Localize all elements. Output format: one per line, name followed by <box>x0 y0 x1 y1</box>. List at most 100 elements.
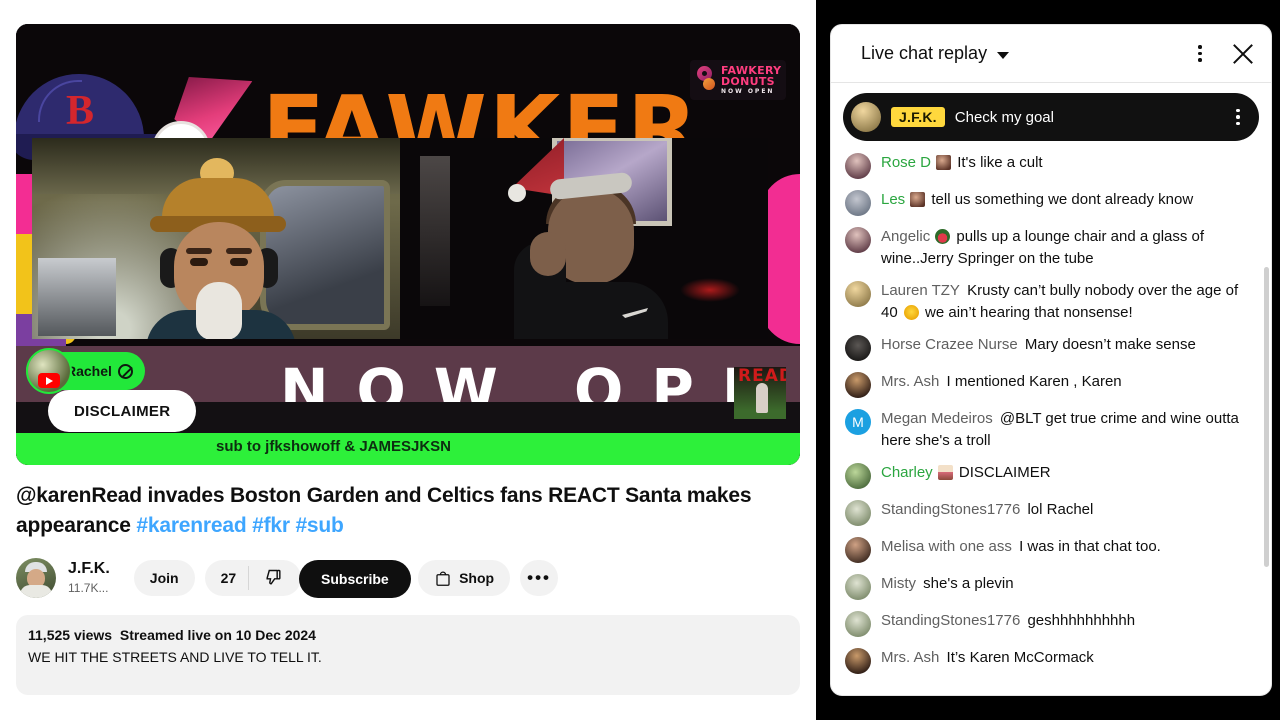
chat-message[interactable]: Mrs. Ash I mentioned Karen , Karen <box>831 366 1271 403</box>
video-column: FAWKER NOW OPE sub to jfkshowoff & JAMES… <box>0 0 816 720</box>
screen: FAWKER NOW OPE sub to jfkshowoff & JAMES… <box>0 0 1280 720</box>
chat-message[interactable]: Horse Crazee Nurse Mary doesn’t make sen… <box>831 329 1271 366</box>
chat-author[interactable]: StandingStones1776 <box>881 501 1020 518</box>
pinned-message-text: Check my goal <box>954 108 1054 126</box>
chat-avatar <box>845 611 871 637</box>
channel-avatar[interactable] <box>16 558 56 598</box>
chat-author[interactable]: Charley <box>881 464 933 481</box>
chat-author[interactable]: Horse Crazee Nurse <box>881 336 1018 353</box>
channel-meta[interactable]: J.F.K. 11.7K... <box>68 559 110 597</box>
chat-avatar <box>845 574 871 600</box>
chat-author[interactable]: Misty <box>881 575 916 592</box>
ticker-text: sub to jfkshowoff & JAMESJKSN <box>216 438 452 455</box>
chat-text: lol Rachel <box>1027 501 1094 518</box>
chat-text: DISCLAIMER <box>958 464 1051 481</box>
webcam-right <box>400 138 768 339</box>
shop-button[interactable]: Shop <box>418 560 511 596</box>
cake-emoji-icon <box>937 465 953 480</box>
read-corner-thumbnail: READ <box>734 367 786 419</box>
read-thumb-text: READ <box>738 367 786 386</box>
chat-message[interactable]: Lauren TZY Krusty can’t bully nobody ove… <box>831 275 1271 329</box>
dislike-button[interactable] <box>249 568 297 588</box>
chat-author[interactable]: Megan Medeiros <box>881 410 993 427</box>
guest-avatar <box>26 348 72 394</box>
chevron-down-icon[interactable] <box>997 51 1010 59</box>
chat-message[interactable]: StandingStones1776 lol Rachel <box>831 494 1271 531</box>
chat-message[interactable]: Angelic pulls up a lounge chair and a gl… <box>831 221 1271 275</box>
chat-scrollbar-thumb[interactable] <box>1264 267 1269 567</box>
rose-emoji-icon <box>935 229 951 244</box>
chat-message[interactable]: StandingStones1776 geshhhhhhhhhh <box>831 605 1271 642</box>
chat-options-button[interactable] <box>1189 43 1211 65</box>
chat-text: I was in that chat too. <box>1019 538 1161 555</box>
chat-message[interactable]: Mrs. Ash It’s Karen McCormack <box>831 642 1271 679</box>
chat-message[interactable]: M Megan Medeiros @BLT get true crime and… <box>831 403 1271 457</box>
chat-author[interactable]: Mrs. Ash <box>881 649 939 666</box>
subscribe-button[interactable]: Subscribe <box>299 560 411 598</box>
ticker-bar: sub to jfkshowoff & JAMESJKSN <box>16 433 800 465</box>
chat-header-title: Live chat replay <box>861 43 988 63</box>
stream-date: Streamed live on 10 Dec 2024 <box>119 627 316 643</box>
description-text: WE HIT THE STREETS AND LIVE TO TELL IT. <box>28 649 322 665</box>
chat-text: It's like a cult <box>957 154 1043 171</box>
brand-line-2: DONUTS <box>721 75 775 88</box>
chat-author[interactable]: Angelic <box>881 228 930 245</box>
chat-text: geshhhhhhhhhh <box>1027 612 1136 629</box>
video-actions-row: J.F.K. 11.7K... Join 27 Shop ••• Subscri… <box>16 555 800 601</box>
chat-message[interactable]: Les tell us something we dont already kn… <box>831 184 1271 221</box>
chat-author[interactable]: Les <box>881 191 905 208</box>
disclaimer-chip: DISCLAIMER <box>48 390 197 432</box>
pinned-message[interactable]: J.F.K. Check my goal <box>843 93 1259 141</box>
video-title-main: @karenRead invades Boston Garden and Cel… <box>16 484 752 537</box>
chat-scrollbar[interactable] <box>1264 147 1269 647</box>
chat-text: Mary doesn’t make sense <box>1024 336 1196 353</box>
chat-text: she's a plevin <box>923 575 1014 592</box>
chat-avatar <box>845 463 871 489</box>
face-emoji-icon <box>936 155 952 170</box>
brand-line-3: NOW OPEN <box>721 88 775 95</box>
chat-avatar <box>845 500 871 526</box>
more-actions-button[interactable]: ••• <box>520 560 559 596</box>
shop-label: Shop <box>459 570 495 586</box>
close-icon[interactable] <box>1227 39 1257 69</box>
video-description[interactable]: 11,525 views Streamed live on 10 Dec 202… <box>16 615 800 695</box>
chat-avatar <box>845 227 871 253</box>
live-chat-panel: Live chat replay J.F.K. Check my goal Ro… <box>830 24 1272 696</box>
chat-author[interactable]: Lauren TZY <box>881 282 960 299</box>
pinned-author-badge: J.F.K. <box>891 107 945 127</box>
no-entry-icon <box>117 363 133 379</box>
chat-message[interactable]: Melisa with one ass I was in that chat t… <box>831 531 1271 568</box>
chat-header: Live chat replay <box>831 25 1271 83</box>
chat-message[interactable]: Rose D It's like a cult <box>831 147 1271 184</box>
chat-message[interactable]: Misty she's a plevin <box>831 568 1271 605</box>
chat-avatar <box>845 537 871 563</box>
chat-message-list[interactable]: J.F.K. Check my goal Rose D It's like a … <box>831 83 1271 695</box>
chat-text-continued: we ain’t hearing that nonsense! <box>920 304 1133 321</box>
laughing-emoji-icon <box>903 305 919 320</box>
chat-text: I mentioned Karen , Karen <box>946 373 1122 390</box>
chat-text: It’s Karen McCormack <box>946 649 1094 666</box>
face-emoji-icon <box>910 192 926 207</box>
view-count: 11,525 views <box>28 627 113 643</box>
video-player[interactable]: FAWKER NOW OPE sub to jfkshowoff & JAMES… <box>16 24 800 465</box>
chat-avatar <box>845 190 871 216</box>
chat-avatar <box>845 281 871 307</box>
chat-author[interactable]: Melisa with one ass <box>881 538 1012 555</box>
chat-message[interactable]: Charley DISCLAIMER <box>831 457 1271 494</box>
chat-author[interactable]: Rose D <box>881 154 931 171</box>
chat-avatar <box>845 648 871 674</box>
channel-name[interactable]: J.F.K. <box>68 559 110 579</box>
chat-author[interactable]: StandingStones1776 <box>881 612 1020 629</box>
video-title-hashtags[interactable]: #karenread #fkr #sub <box>136 514 343 537</box>
video-title: @karenRead invades Boston Garden and Cel… <box>16 481 776 541</box>
chat-avatar <box>845 153 871 179</box>
chat-author[interactable]: Mrs. Ash <box>881 373 939 390</box>
join-button[interactable]: Join <box>133 560 195 596</box>
fawkery-donuts-logo: FAWKERY DONUTS NOW OPEN <box>690 60 786 100</box>
chat-avatar: M <box>845 409 871 435</box>
webcam-left <box>32 138 400 339</box>
thumbs-down-icon <box>266 569 281 585</box>
pinned-message-menu[interactable] <box>1227 106 1249 128</box>
shopping-bag-icon <box>436 571 450 586</box>
chat-avatar <box>845 372 871 398</box>
